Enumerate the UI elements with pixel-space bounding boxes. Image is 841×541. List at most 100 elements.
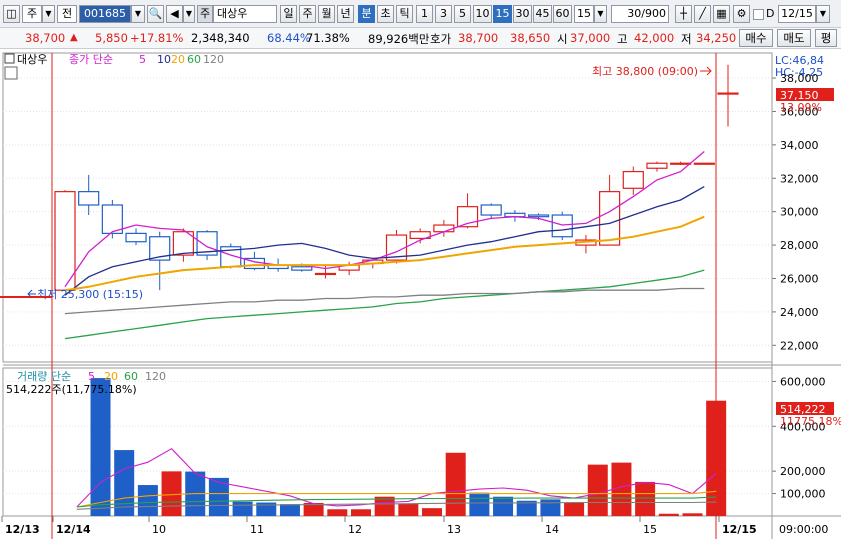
candle-body[interactable] (670, 162, 692, 165)
date-picker-icon[interactable]: ▼ (816, 5, 830, 23)
volume-bar[interactable] (658, 513, 679, 516)
toolbar: ◫ 주 ▼ 전 001685 ▼ 🔍 ◀ ▼ 주 대상우 일 주 월 년 분 초… (0, 0, 841, 28)
candle-body[interactable] (599, 191, 621, 246)
volume-bar[interactable] (706, 400, 727, 516)
candle-body[interactable] (314, 272, 337, 276)
overlay-toggle-icon[interactable] (4, 66, 18, 80)
high-label: 고 (617, 32, 628, 46)
indicator-icon[interactable]: ▦ (713, 5, 730, 23)
current-pct-label: 13.09% (780, 101, 822, 114)
d-checkbox-label: D (766, 7, 775, 20)
x-label: 15 (643, 523, 657, 536)
hc-label: HC:-4,25 (775, 66, 823, 79)
chart-menu-icon[interactable]: ◫ (3, 5, 20, 23)
period-minute[interactable]: 분 (358, 5, 375, 23)
volume-bar[interactable] (422, 508, 443, 516)
candle-body[interactable] (291, 266, 313, 271)
volume-tick-label: 200,000 (780, 465, 826, 478)
candle-body[interactable] (527, 214, 550, 218)
code-dropdown-icon[interactable]: ▼ (131, 5, 145, 23)
period-year[interactable]: 년 (337, 5, 354, 23)
volume-bar[interactable] (493, 496, 514, 516)
market-select[interactable]: 주 (22, 5, 42, 23)
extra-button[interactable]: 평 (815, 29, 837, 47)
panel-menu-icon[interactable] (4, 53, 15, 64)
period-week[interactable]: 주 (299, 5, 316, 23)
volume-bar[interactable] (398, 503, 419, 516)
price-tick-label: 28,000 (780, 239, 819, 252)
search-icon[interactable]: 🔍 (147, 5, 164, 23)
interval-dropdown-icon[interactable]: ▼ (594, 5, 607, 23)
speaker-dropdown-icon[interactable]: ▼ (183, 5, 195, 23)
open-price: 37,000 (570, 31, 611, 45)
gear-icon[interactable]: ⚙ (733, 5, 750, 23)
count-value: 30 (627, 7, 642, 20)
d-checkbox[interactable] (753, 9, 764, 20)
high-price: 42,000 (634, 31, 675, 45)
volume-bar[interactable] (350, 509, 371, 516)
stock-code-input[interactable]: 001685 (79, 5, 131, 23)
up-arrow-icon: ▲ (70, 32, 78, 43)
volume-bar[interactable] (540, 499, 561, 516)
price-tick-label: 24,000 (780, 306, 819, 319)
volume-legend-label: 거래량 단순 (17, 370, 71, 383)
interval-10[interactable]: 10 (473, 5, 492, 23)
interval-15[interactable]: 15 (493, 5, 512, 23)
interval-45[interactable]: 45 (533, 5, 552, 23)
panel-name: 대상우 (17, 53, 47, 66)
interval-30[interactable]: 30 (513, 5, 532, 23)
interval-3[interactable]: 3 (435, 5, 452, 23)
period-tick[interactable]: 틱 (396, 5, 413, 23)
date-input[interactable]: 12/15 (778, 5, 816, 23)
volume-bar[interactable] (587, 464, 608, 516)
candle-body[interactable] (433, 224, 455, 233)
sell-button[interactable]: 매도 (777, 29, 811, 47)
low-price: 34,250 (696, 31, 737, 45)
draw-tool-icon[interactable]: ╱ (694, 5, 711, 23)
count-max: /900 (641, 7, 666, 20)
candle-body[interactable] (717, 92, 739, 95)
period-month[interactable]: 월 (318, 5, 335, 23)
volume-bar[interactable] (232, 501, 253, 516)
x-label: 14 (545, 523, 559, 536)
volume-bar[interactable] (469, 492, 490, 516)
legend-close: 종가 단순 (69, 53, 113, 66)
volume-bar[interactable] (137, 485, 158, 516)
period-day[interactable]: 일 (280, 5, 297, 23)
market-dropdown-icon[interactable]: ▼ (42, 5, 55, 23)
volume-bar[interactable] (445, 452, 466, 516)
buy-button[interactable]: 매수 (739, 29, 773, 47)
volume-bar[interactable] (682, 513, 703, 516)
candle-body[interactable] (78, 191, 100, 206)
count-input[interactable]: 30/900 (611, 5, 669, 23)
period-second[interactable]: 초 (377, 5, 394, 23)
volume-legend-ma-5: 5 (88, 370, 95, 383)
interval-60[interactable]: 60 (553, 5, 572, 23)
market-tag: 주 (197, 5, 213, 23)
volume-bar[interactable] (327, 509, 348, 516)
interval-select[interactable]: 15 (574, 5, 594, 23)
interval-5[interactable]: 5 (454, 5, 471, 23)
candle-body[interactable] (480, 204, 502, 216)
volume-bar[interactable] (279, 504, 300, 516)
interval-1[interactable]: 1 (416, 5, 433, 23)
price-chart[interactable]: 38,00036,00034,00032,00030,00028,00026,0… (0, 50, 841, 541)
volume-ratio: 68.44% (267, 31, 311, 45)
candle-body[interactable] (125, 232, 147, 243)
candle-style-icon[interactable]: ┼ (675, 5, 692, 23)
x-label: 12/14 (56, 523, 91, 536)
volume-bar[interactable] (114, 450, 135, 516)
type-select[interactable]: 전 (57, 5, 77, 23)
candle-body[interactable] (551, 214, 573, 238)
speaker-icon[interactable]: ◀ (166, 5, 183, 23)
candle-body[interactable] (646, 162, 668, 169)
candle-body[interactable] (622, 170, 644, 189)
stock-name-field[interactable]: 대상우 (213, 5, 277, 23)
legend-ma-20: 20 (171, 53, 185, 66)
volume-bar[interactable] (161, 471, 182, 516)
volume-bar[interactable] (564, 502, 585, 516)
high-annotation: 최고 38,800 (09:00) (592, 65, 698, 78)
volume-bar[interactable] (635, 481, 656, 516)
volume-bar[interactable] (90, 378, 111, 516)
candle-body[interactable] (693, 162, 715, 165)
